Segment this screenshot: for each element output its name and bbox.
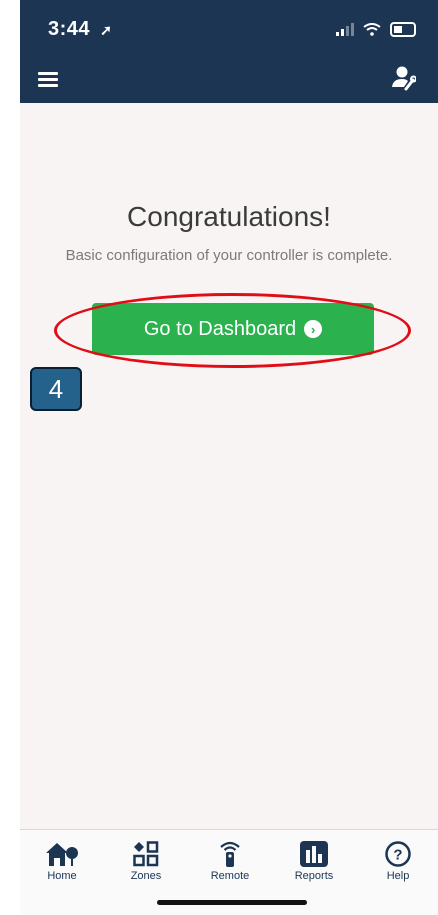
tab-remote-label: Remote — [210, 870, 250, 882]
signal-icon — [336, 23, 354, 36]
page-subtitle: Basic configuration of your controller i… — [65, 247, 393, 264]
location-arrow-icon: ➚ — [100, 22, 113, 38]
home-indicator[interactable] — [157, 900, 307, 905]
tab-home-label: Home — [47, 870, 77, 882]
tab-reports[interactable]: Reports — [274, 840, 354, 882]
page-title: Congratulations! — [127, 201, 331, 232]
annotation-ellipse — [54, 293, 411, 368]
tab-home[interactable]: Home — [22, 840, 102, 882]
help-icon: ? — [385, 841, 411, 867]
tab-remote[interactable]: Remote — [190, 840, 270, 882]
reports-icon — [300, 841, 328, 867]
left-margin — [0, 0, 20, 914]
wifi-icon — [363, 23, 381, 36]
step-badge: 4 — [30, 367, 82, 411]
app-header: 3:44 ➚ — [20, 0, 438, 103]
status-icons — [336, 22, 416, 37]
phone-screen: 3:44 ➚ Congratulations! Basic configurat… — [0, 0, 438, 915]
remote-icon — [220, 841, 240, 867]
tab-help-label: Help — [386, 870, 410, 882]
battery-icon — [390, 22, 416, 37]
svg-text:?: ? — [393, 847, 402, 864]
tab-zones[interactable]: Zones — [106, 840, 186, 882]
user-settings-icon[interactable] — [390, 65, 416, 91]
tab-reports-label: Reports — [294, 870, 334, 882]
main-content: Congratulations! Basic configuration of … — [20, 103, 438, 829]
tab-help[interactable]: ? Help — [358, 840, 438, 882]
status-time: 3:44 ➚ — [48, 18, 112, 41]
home-icon — [46, 843, 78, 866]
tab-zones-label: Zones — [130, 870, 162, 882]
zones-icon — [133, 841, 159, 867]
status-time-text: 3:44 — [48, 18, 91, 40]
menu-icon[interactable] — [38, 72, 58, 88]
